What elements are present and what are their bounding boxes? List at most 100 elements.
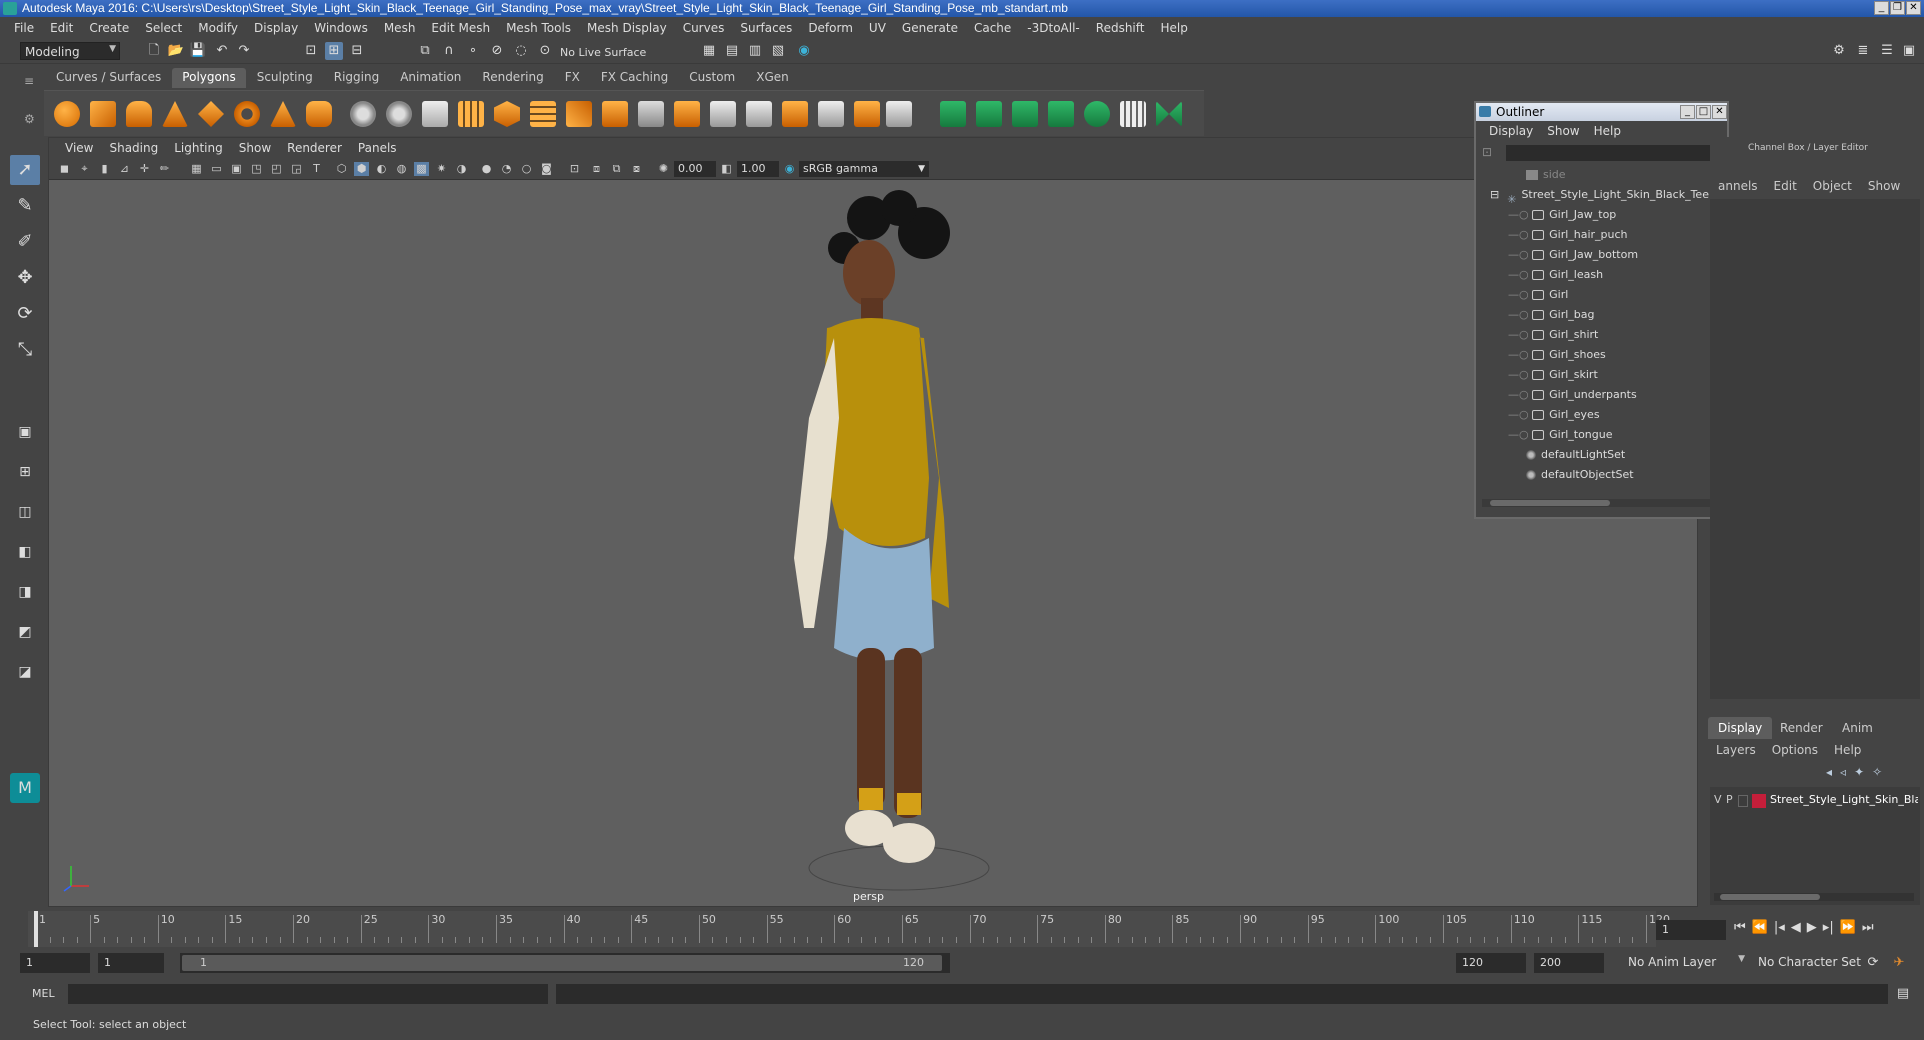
mirror-icon[interactable]: [422, 101, 448, 127]
outliner-item[interactable]: defaultLightSet: [1526, 445, 1625, 465]
step-forward-key-icon[interactable]: ▸|: [1823, 920, 1834, 935]
current-frame-field[interactable]: 1: [1656, 920, 1726, 940]
step-back-key-icon[interactable]: |◂: [1774, 920, 1785, 935]
shade-wire-icon[interactable]: ◐: [374, 162, 389, 176]
layout-single-icon[interactable]: ▣: [10, 417, 40, 447]
isolate-select-icon[interactable]: ⊡: [567, 162, 582, 176]
live-surface-icon[interactable]: ⊙: [536, 42, 554, 60]
anim-start-field[interactable]: 1: [20, 953, 90, 973]
target-weld-icon[interactable]: [674, 101, 700, 127]
fill-hole-icon[interactable]: [818, 101, 844, 127]
render-frame-icon[interactable]: ▤: [723, 42, 741, 60]
vp-menu-renderer[interactable]: Renderer: [279, 141, 350, 155]
poly-pyramid-icon[interactable]: [270, 101, 296, 127]
mel-input[interactable]: [68, 984, 548, 1004]
smooth-shade-icon[interactable]: ⬢: [354, 162, 369, 176]
character-model[interactable]: [749, 178, 1049, 907]
outliner-item[interactable]: —○ Girl_shirt: [1508, 325, 1598, 345]
modeling-toolkit-icon[interactable]: ⚙: [1830, 42, 1848, 60]
outliner-item[interactable]: —○ Girl_hair_puch: [1508, 225, 1628, 245]
menu-mesh[interactable]: Mesh: [376, 21, 424, 35]
insert-edge-loop-icon[interactable]: [602, 101, 628, 127]
outliner-item[interactable]: —○ Girl_bag: [1508, 305, 1594, 325]
restore-button[interactable]: ❐: [1890, 1, 1905, 15]
render-settings-icon[interactable]: ▧: [769, 42, 787, 60]
go-to-start-icon[interactable]: ⏮: [1734, 920, 1746, 935]
poly-cylinder-icon[interactable]: [126, 101, 152, 127]
lasso-tool-icon[interactable]: ✎: [10, 191, 40, 221]
screen-space-ao-icon[interactable]: ●: [479, 162, 494, 176]
snap-grid-icon[interactable]: ⧉: [416, 42, 434, 60]
wire-on-shaded-icon[interactable]: ◍: [394, 162, 409, 176]
layer-tab-render[interactable]: Render: [1770, 717, 1833, 739]
outliner-item[interactable]: ⊟ ✳ Street_Style_Light_Skin_Black_Tee: [1490, 185, 1709, 206]
poly-cone-icon[interactable]: [162, 101, 188, 127]
delete-edge-icon[interactable]: [886, 101, 912, 127]
outliner-titlebar[interactable]: Outliner _ □ ✕: [1476, 103, 1727, 121]
render-view-icon[interactable]: ▦: [700, 42, 718, 60]
menu-cache[interactable]: Cache: [966, 21, 1019, 35]
xray-joints-icon[interactable]: ⧉: [609, 162, 624, 176]
undo-icon[interactable]: ↶: [213, 42, 231, 60]
layout-four-icon[interactable]: ⊞: [10, 457, 40, 487]
menu-mesh-display[interactable]: Mesh Display: [579, 21, 675, 35]
cmd-language-label[interactable]: MEL: [32, 987, 55, 1000]
close-button[interactable]: ✕: [1906, 1, 1921, 15]
vp-menu-panels[interactable]: Panels: [350, 141, 405, 155]
merge-icon[interactable]: [782, 101, 808, 127]
menu-help[interactable]: Help: [1152, 21, 1195, 35]
shelf-options-icon[interactable]: ⚙: [24, 112, 35, 126]
move-layer-down-icon[interactable]: ◃: [1840, 765, 1846, 779]
menu-windows[interactable]: Windows: [306, 21, 376, 35]
menu-deform[interactable]: Deform: [800, 21, 861, 35]
vp-menu-view[interactable]: View: [57, 141, 101, 155]
grease-pencil-icon[interactable]: ✏: [157, 162, 172, 176]
layer-menu-layers[interactable]: Layers: [1708, 743, 1764, 757]
poly-pipe-icon[interactable]: [306, 101, 332, 127]
layer-menu-options[interactable]: Options: [1764, 743, 1826, 757]
outliner-maximize-button[interactable]: □: [1696, 105, 1711, 119]
vp-menu-lighting[interactable]: Lighting: [166, 141, 231, 155]
uv-cylindrical-icon[interactable]: [976, 101, 1002, 127]
outliner-item[interactable]: —○ Girl_leash: [1508, 265, 1603, 285]
shelf-tab-fx[interactable]: FX: [554, 68, 590, 88]
resolution-gate-icon[interactable]: ▣: [229, 162, 244, 176]
shelf-tab-custom[interactable]: Custom: [679, 68, 746, 88]
poly-plane-icon[interactable]: [198, 101, 224, 127]
exposure-field[interactable]: 0.00: [674, 161, 716, 177]
shelf-tab-xgen[interactable]: XGen: [746, 68, 799, 88]
tool-settings-icon[interactable]: ☰: [1878, 42, 1896, 60]
step-back-icon[interactable]: ⏪: [1752, 920, 1768, 935]
gate-mask-icon[interactable]: ◳: [249, 162, 264, 176]
outliner-hscrollbar[interactable]: [1482, 499, 1718, 507]
xray-icon[interactable]: ⧈: [589, 162, 604, 176]
layer-name[interactable]: Street_Style_Light_Skin_Black: [1770, 793, 1918, 806]
anim-prefs-icon[interactable]: ✈: [1890, 954, 1908, 972]
outliner-item[interactable]: —○ Girl_skirt: [1508, 365, 1598, 385]
append-polygon-icon[interactable]: [854, 101, 880, 127]
play-backward-icon[interactable]: ◀: [1791, 920, 1801, 935]
select-tool-icon[interactable]: ➚: [10, 155, 40, 185]
outliner-hscroll-thumb[interactable]: [1490, 500, 1610, 506]
film-gate-icon[interactable]: ▭: [209, 162, 224, 176]
layout-two-icon[interactable]: ◫: [10, 497, 40, 527]
outliner-item[interactable]: —○ Girl_shoes: [1508, 345, 1606, 365]
gamma-field[interactable]: 1.00: [737, 161, 779, 177]
field-chart-icon[interactable]: ◰: [269, 162, 284, 176]
cb-menu-edit[interactable]: Edit: [1766, 179, 1805, 193]
playback-start-field[interactable]: 1: [98, 953, 164, 973]
menu-file[interactable]: File: [6, 21, 42, 35]
outliner-item[interactable]: —○ Girl: [1508, 285, 1568, 305]
layer-color-swatch[interactable]: [1752, 794, 1766, 808]
smooth-icon[interactable]: [458, 101, 484, 127]
anti-alias-icon[interactable]: ○: [519, 162, 534, 176]
outliner-item[interactable]: —○ Girl_Jaw_bottom: [1508, 245, 1638, 265]
menu-edit[interactable]: Edit: [42, 21, 81, 35]
snap-point-icon[interactable]: ∘: [464, 42, 482, 60]
multi-cut-icon[interactable]: [638, 101, 664, 127]
outliner-item[interactable]: side: [1526, 165, 1566, 185]
snap-view-icon[interactable]: ⊘: [488, 42, 506, 60]
live-surface-label[interactable]: No Live Surface: [560, 46, 646, 59]
bridge-icon[interactable]: [530, 101, 556, 127]
collapse-icon[interactable]: ⊟: [1490, 188, 1499, 201]
